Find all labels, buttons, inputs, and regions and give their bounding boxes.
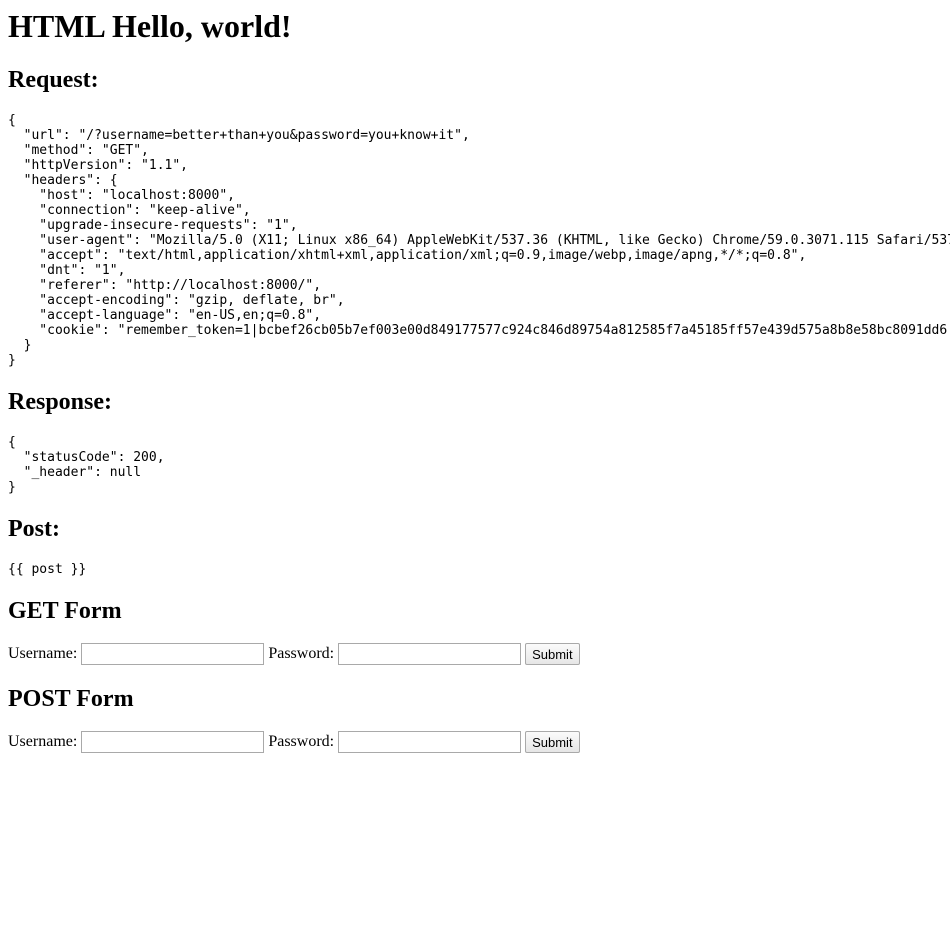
post-submit-button[interactable]: Submit [525, 731, 580, 753]
get-form-heading: GET Form [8, 598, 122, 624]
post-output: {{ post }} [8, 562, 87, 577]
post-form-heading: POST Form [8, 686, 134, 712]
get-username-input[interactable] [81, 643, 265, 665]
post-username-input[interactable] [81, 731, 265, 753]
get-password-input[interactable] [338, 643, 522, 665]
get-form: Username: Password: Submit [8, 643, 580, 665]
response-heading: Response: [8, 389, 113, 415]
get-password-label: Password: [268, 645, 335, 662]
page-title: HTML Hello, world! [8, 8, 292, 44]
request-json: { "url": "/?username=better+than+you&pas… [8, 113, 950, 368]
post-form: Username: Password: Submit [8, 731, 580, 753]
response-json: { "statusCode": 200, "_header": null } [8, 435, 165, 495]
post-heading: Post: [8, 516, 60, 542]
request-heading: Request: [8, 67, 99, 93]
get-username-label: Username: [8, 645, 78, 662]
post-password-input[interactable] [338, 731, 522, 753]
post-password-label: Password: [268, 733, 335, 750]
post-username-label: Username: [8, 733, 78, 750]
get-submit-button[interactable]: Submit [525, 643, 580, 665]
